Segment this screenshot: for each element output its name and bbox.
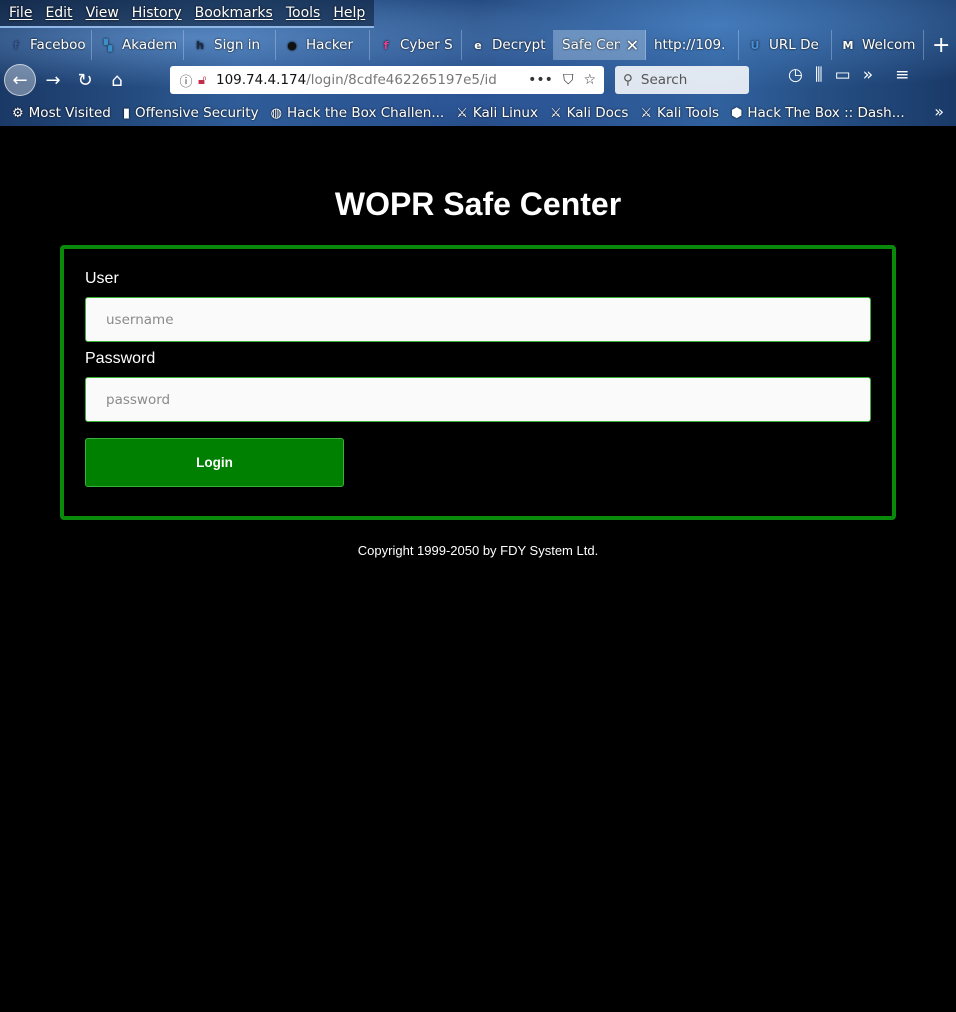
library-icon[interactable]: ⫼ <box>815 65 823 85</box>
tab-label: Akadem <box>122 37 177 53</box>
page-actions-icon[interactable]: ••• <box>528 72 553 88</box>
info-icon[interactable]: ⓘ <box>174 71 198 90</box>
home-icon: ⌂ <box>111 69 123 91</box>
insecure-lock-icon[interactable]: 🔓︎ <box>198 73 216 88</box>
page-title: WOPR Safe Center <box>334 186 622 222</box>
history-clock-icon[interactable]: ◷ <box>788 65 803 85</box>
tab-label: URL De <box>769 37 819 53</box>
kali-icon: ⚔ <box>456 105 468 121</box>
new-tab-icon[interactable]: + <box>932 33 950 58</box>
decrypt-icon: e <box>474 38 482 52</box>
menu-tools[interactable]: Tools <box>281 5 326 21</box>
username-input[interactable] <box>85 297 871 342</box>
signin-icon: h <box>196 38 204 52</box>
bookmark-item[interactable]: ⚔ Kali Docs <box>550 105 628 121</box>
globe-icon: ◍ <box>270 105 282 121</box>
search-bar[interactable]: ⚲ Search <box>615 66 749 94</box>
bookmark-label: Most Visited <box>28 105 111 121</box>
tab-1[interactable]: ▚ Akadem <box>92 30 184 60</box>
tab-0[interactable]: f Faceboo <box>0 30 92 60</box>
tab-label: Cyber S <box>400 37 453 53</box>
url-bar[interactable]: ⓘ 🔓︎ 109.74.4.174 /login/8cdfe462265197e… <box>170 66 604 94</box>
menu-bookmarks[interactable]: Bookmarks <box>190 5 278 21</box>
menu-view[interactable]: View <box>81 5 124 21</box>
gear-icon: ⚙ <box>12 105 24 121</box>
cyber-icon: f <box>383 38 389 52</box>
password-label: Password <box>85 350 156 367</box>
akademy-icon: ▚ <box>103 38 113 52</box>
login-form: User Password Login <box>60 245 896 520</box>
search-icon: ⚲ <box>623 72 633 88</box>
page-content: WOPR Safe Center User Password Login Cop… <box>0 126 956 1012</box>
url-host: 109.74.4.174 <box>216 72 307 88</box>
copyright-text: Copyright 1999-2050 by FDY System Ltd. <box>357 543 599 558</box>
reload-button[interactable]: ↻ <box>70 65 100 95</box>
tab-7[interactable]: http://109. <box>646 30 739 60</box>
bookmark-item[interactable]: ▮ Offensive Security <box>123 105 259 121</box>
url-decoder-icon: U <box>750 38 760 52</box>
tab-3[interactable]: ● Hacker <box>276 30 370 60</box>
tab-bar: f Faceboo ▚ Akadem h Sign in ● Hacker f Cyber S e… <box>0 30 956 60</box>
hamburger-menu-icon[interactable]: ≡ <box>895 65 909 85</box>
bookmark-item[interactable]: ⬢ Hack The Box :: Dash... <box>731 105 905 121</box>
browser-chrome: File Edit View History Bookmarks Tools Help fF… <box>0 0 956 126</box>
pocket-icon[interactable]: ⛉ <box>563 72 574 88</box>
login-button[interactable]: Login <box>85 438 344 487</box>
tab-6[interactable]: Safe Cen ✕ <box>554 30 646 60</box>
bookmark-label: Kali Linux <box>472 105 538 121</box>
overflow-chevron-icon[interactable]: » <box>863 65 873 85</box>
bookmark-label: Kali Tools <box>657 105 719 121</box>
bookmark-item[interactable]: ⚔ Kali Linux <box>456 105 538 121</box>
search-placeholder: Search <box>640 72 688 88</box>
forward-button[interactable]: → <box>38 65 68 95</box>
bookmarks-overflow-icon[interactable]: » <box>934 102 944 121</box>
menu-file[interactable]: File <box>4 5 37 21</box>
back-button[interactable]: ← <box>4 64 36 96</box>
menu-help[interactable]: Help <box>328 5 370 21</box>
tab-label: Sign in <box>214 37 261 53</box>
bookmark-item[interactable]: ◍ Hack the Box Challen... <box>271 105 445 121</box>
menu-bar: File Edit View History Bookmarks Tools Help <box>0 0 374 28</box>
tab-2[interactable]: h Sign in <box>184 30 276 60</box>
password-input[interactable] <box>85 377 871 422</box>
tab-8[interactable]: U URL De <box>739 30 832 60</box>
navigation-toolbar: ← → ↻ ⌂ ⓘ 🔓︎ 109.74.4.174 /login/8cdfe46… <box>0 61 956 99</box>
tab-label: Hacker <box>306 37 354 53</box>
facebook-icon: f <box>13 38 19 52</box>
tab-label: Safe Cen <box>562 37 620 53</box>
bookmark-label: Offensive Security <box>134 105 259 121</box>
htb-icon: ⬢ <box>730 105 743 121</box>
gmail-icon: M <box>842 38 854 52</box>
menu-edit[interactable]: Edit <box>40 5 77 21</box>
url-path: /login/8cdfe462265197e5/id <box>306 72 497 88</box>
kali-icon: ⚔ <box>640 105 653 121</box>
tab-label: http://109. <box>654 37 726 53</box>
kali-icon: ⚔ <box>549 105 562 121</box>
hacker-icon: ● <box>287 38 297 52</box>
offsec-icon: ▮ <box>122 105 130 121</box>
bookmark-label: Hack the Box Challen... <box>286 105 445 121</box>
close-tab-icon[interactable]: ✕ <box>626 36 639 55</box>
bookmark-label: Hack The Box :: Dash... <box>747 105 905 121</box>
tab-5[interactable]: e Decrypt <box>462 30 554 60</box>
bookmark-star-icon[interactable]: ☆ <box>583 72 596 88</box>
bookmarks-toolbar: ⚙ Most Visited ▮ Offensive Security ◍ Hack th… <box>0 100 956 126</box>
tab-label: Welcom <box>862 37 916 53</box>
sidebar-icon[interactable]: ▭ <box>835 65 851 85</box>
tab-9[interactable]: M Welcom <box>832 30 924 60</box>
reload-icon: ↻ <box>77 69 93 91</box>
bookmark-label: Kali Docs <box>566 105 629 121</box>
user-label: User <box>85 270 119 287</box>
tab-4[interactable]: f Cyber S <box>370 30 462 60</box>
menu-history[interactable]: History <box>127 5 187 21</box>
bookmark-item[interactable]: ⚔ Kali Tools <box>640 105 719 121</box>
bookmark-item[interactable]: ⚙ Most Visited <box>12 105 111 121</box>
forward-arrow-icon: → <box>45 69 61 91</box>
home-button[interactable]: ⌂ <box>102 65 132 95</box>
tab-label: Faceboo <box>30 37 85 53</box>
back-arrow-icon: ← <box>12 69 28 91</box>
tab-label: Decrypt <box>492 37 546 53</box>
